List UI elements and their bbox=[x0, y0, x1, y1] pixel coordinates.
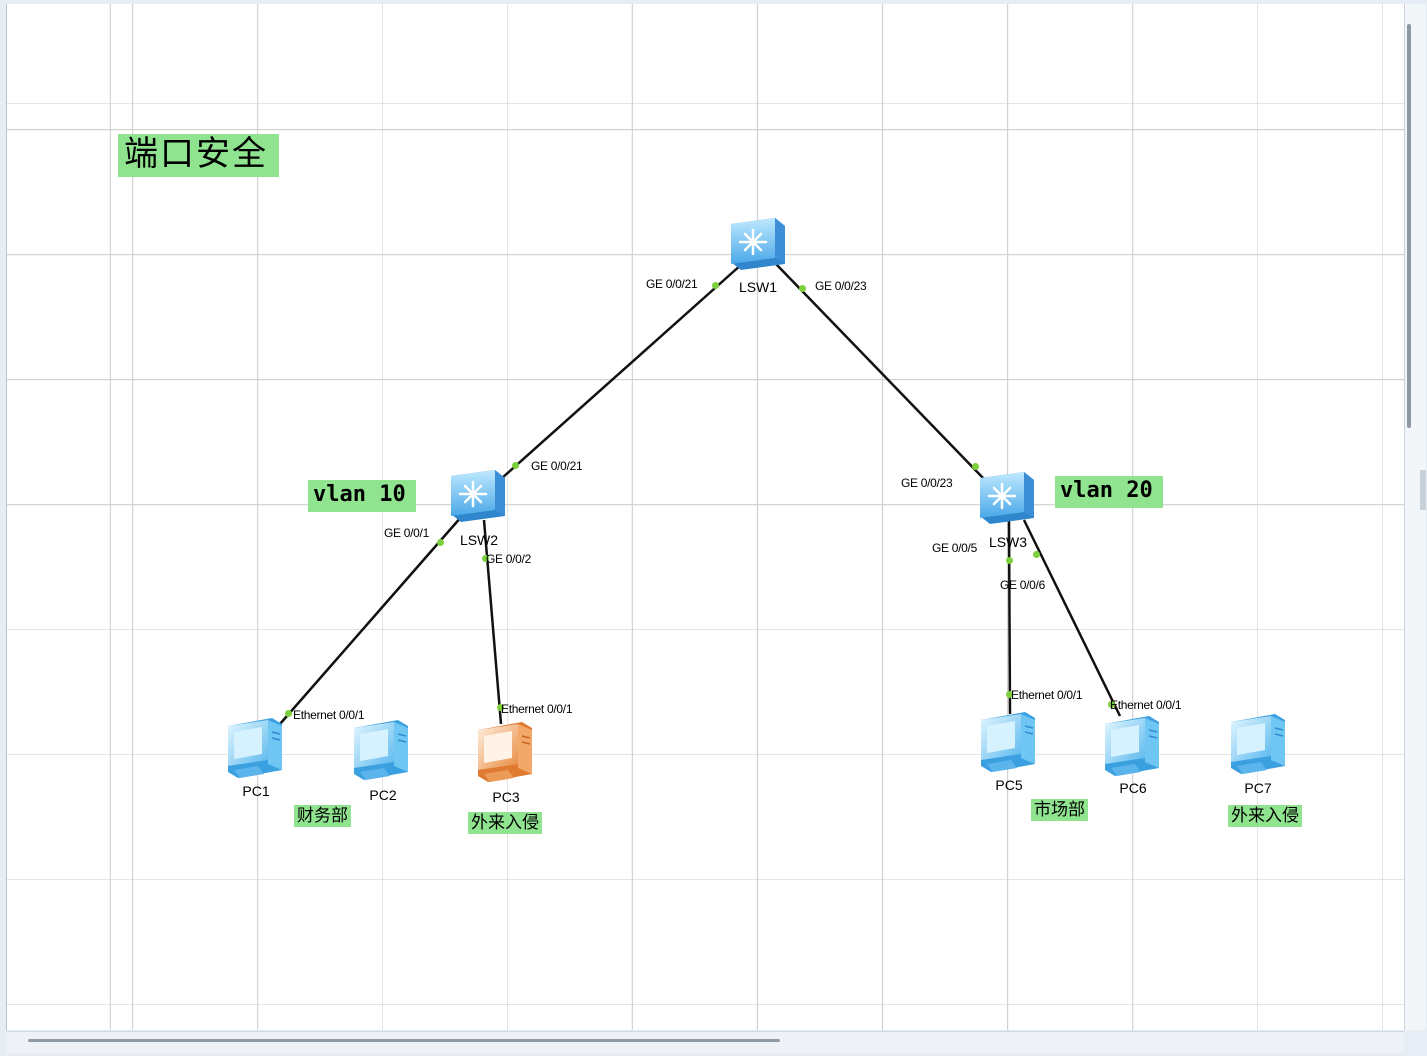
port-label: GE 0/0/6 bbox=[1000, 578, 1045, 592]
pc-intruder-icon[interactable] bbox=[477, 721, 533, 783]
port-dot bbox=[285, 710, 292, 717]
port-dot bbox=[712, 282, 719, 289]
port-label: GE 0/0/21 bbox=[531, 459, 583, 473]
port-label: GE 0/0/5 bbox=[932, 541, 977, 555]
port-label: Ethernet 0/0/1 bbox=[501, 702, 573, 716]
device-label-pc3: PC3 bbox=[492, 789, 520, 805]
horizontal-scroll-thumb[interactable] bbox=[28, 1039, 780, 1042]
device-label-pc5: PC5 bbox=[995, 777, 1023, 793]
switch-icon[interactable] bbox=[729, 216, 787, 272]
pc-icon[interactable] bbox=[1104, 715, 1160, 777]
vlan-20-label[interactable]: vlan 20 bbox=[1055, 476, 1163, 508]
port-dot bbox=[1006, 557, 1013, 564]
port-dot bbox=[437, 539, 444, 546]
device-label-pc7: PC7 bbox=[1244, 780, 1272, 796]
vertical-scroll-thumb[interactable] bbox=[1407, 24, 1411, 428]
panel-resize-grip[interactable] bbox=[1420, 470, 1426, 510]
port-dot bbox=[1033, 551, 1040, 558]
switch-icon[interactable] bbox=[449, 468, 507, 524]
device-label-pc1: PC1 bbox=[242, 783, 270, 799]
port-dot bbox=[799, 285, 806, 292]
link-lsw3-pc6[interactable] bbox=[1022, 519, 1122, 717]
dept-finance-label[interactable]: 财务部 bbox=[294, 805, 351, 827]
port-label: GE 0/0/21 bbox=[646, 277, 698, 291]
intruder-right-label[interactable]: 外来入侵 bbox=[1228, 805, 1302, 827]
vlan-10-label[interactable]: vlan 10 bbox=[308, 480, 416, 512]
link-lsw2-pc1[interactable] bbox=[279, 515, 463, 725]
port-dot bbox=[972, 463, 979, 470]
port-label: GE 0/0/23 bbox=[815, 279, 867, 293]
device-label-pc6: PC6 bbox=[1119, 780, 1147, 796]
port-label: GE 0/0/23 bbox=[901, 476, 953, 490]
pc-icon[interactable] bbox=[1230, 713, 1286, 775]
port-label: GE 0/0/1 bbox=[384, 526, 429, 540]
device-label-lsw2: LSW2 bbox=[459, 532, 499, 548]
switch-icon[interactable] bbox=[978, 470, 1036, 526]
link-lsw1-lsw2[interactable] bbox=[501, 263, 743, 479]
link-lsw1-lsw3[interactable] bbox=[775, 263, 986, 481]
port-label: Ethernet 0/0/1 bbox=[1110, 698, 1182, 712]
pc-icon[interactable] bbox=[980, 711, 1036, 773]
port-label: Ethernet 0/0/1 bbox=[293, 708, 365, 722]
page-title[interactable]: 端口安全 bbox=[118, 134, 279, 177]
port-dot bbox=[512, 462, 519, 469]
port-label: Ethernet 0/0/1 bbox=[1011, 688, 1083, 702]
dept-market-label[interactable]: 市场部 bbox=[1031, 799, 1088, 821]
horizontal-scrollbar[interactable] bbox=[6, 1031, 1404, 1053]
link-lsw2-pc3[interactable] bbox=[482, 519, 503, 725]
device-label-lsw3: LSW3 bbox=[988, 534, 1028, 550]
pc-icon[interactable] bbox=[227, 717, 283, 779]
device-label-lsw1: LSW1 bbox=[738, 279, 778, 295]
port-label: GE 0/0/2 bbox=[486, 552, 531, 566]
device-label-pc2: PC2 bbox=[369, 787, 397, 803]
intruder-left-label[interactable]: 外来入侵 bbox=[468, 812, 542, 834]
pc-icon[interactable] bbox=[353, 719, 409, 781]
